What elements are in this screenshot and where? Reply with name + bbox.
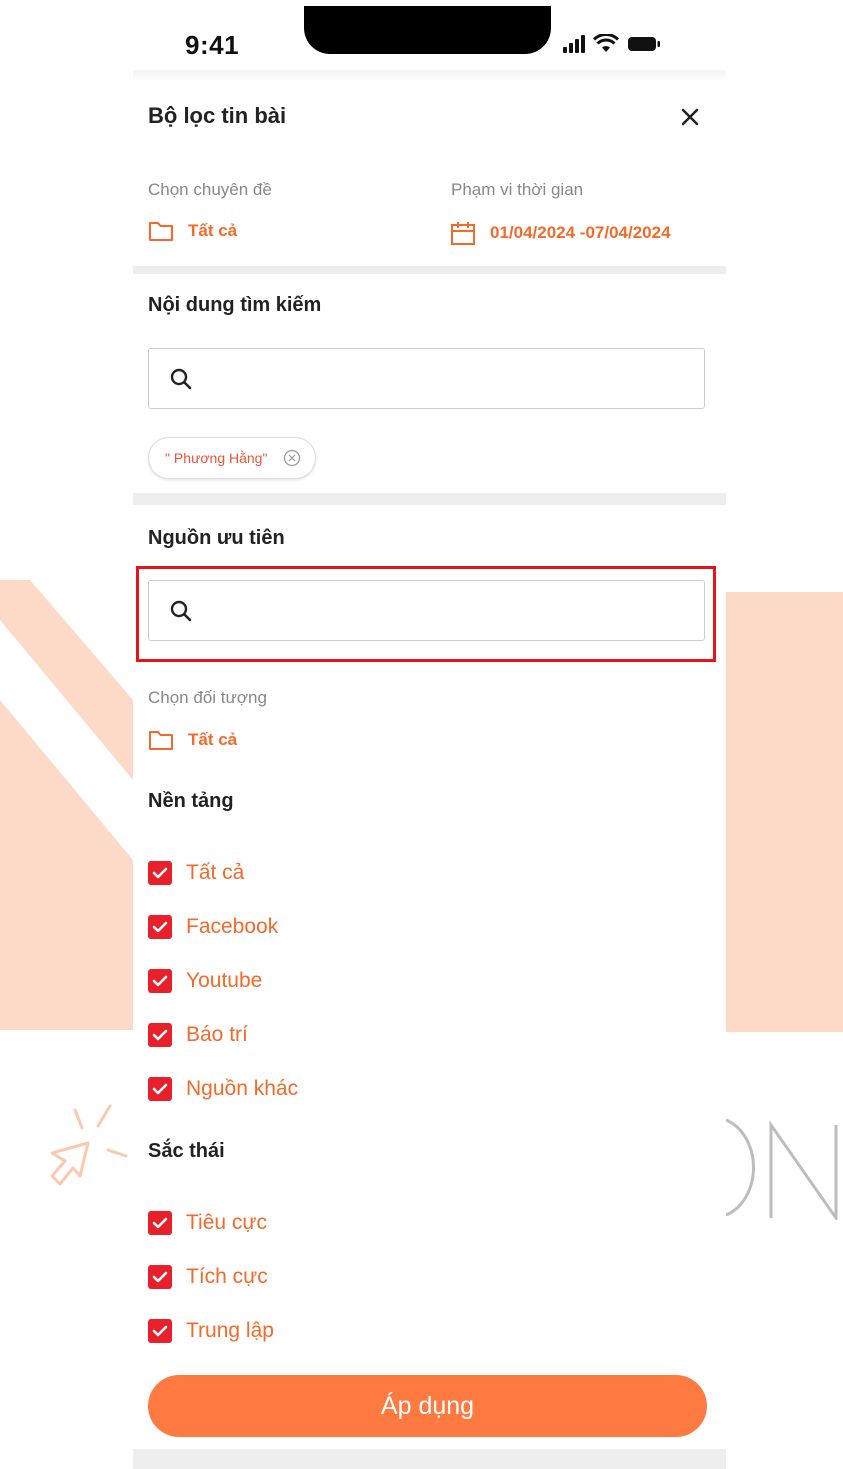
checkbox-checked-icon[interactable] [148,1319,172,1343]
watermark-cursor-icon [50,1104,128,1186]
time-range-selector[interactable]: 01/04/2024 -07/04/2024 [450,220,671,246]
topic-selector[interactable]: Tất cả [148,220,237,242]
wifi-icon [593,34,619,52]
header-divider [133,70,726,82]
section-divider [133,493,726,505]
signal-icon [563,35,585,53]
sentiment-title: Sắc thái [148,1140,225,1162]
sentiment-option-label: Tích cực [186,1265,268,1288]
watermark-letters [726,1118,838,1220]
filter-screen: 9:41 Bộ lọc tin bài Chọn chuyên đề Tất c… [133,0,726,1469]
checkbox-checked-icon[interactable] [148,1077,172,1101]
search-content-input[interactable] [203,348,704,409]
checkbox-checked-icon[interactable] [148,1265,172,1289]
platform-option-label: Youtube [186,969,263,992]
platform-option-other[interactable]: Nguồn khác [148,1077,298,1101]
battery-icon [628,37,660,51]
platform-option-facebook[interactable]: Facebook [148,915,278,939]
platform-option-youtube[interactable]: Youtube [148,969,262,993]
search-content-title: Nội dung tìm kiếm [148,294,322,316]
close-icon[interactable] [677,104,703,130]
platform-option-label: Facebook [186,915,279,938]
platform-option-label: Tất cả [186,861,245,884]
folder-icon [148,729,174,751]
checkbox-checked-icon[interactable] [148,969,172,993]
calendar-icon [450,220,476,246]
keyword-tag-label: " Phương Hằng" [165,450,268,466]
folder-icon [148,220,174,242]
platform-option-label: Báo trí [186,1023,248,1046]
sentiment-option-label: Trung lập [186,1319,274,1342]
search-content-box [148,348,705,409]
platform-option-news[interactable]: Báo trí [148,1023,248,1047]
page-title: Bộ lọc tin bài [148,103,287,128]
checkbox-checked-icon[interactable] [148,861,172,885]
checkbox-checked-icon[interactable] [148,1211,172,1235]
search-icon [169,367,193,391]
time-range-label: Phạm vi thời gian [451,180,584,199]
sentiment-option-label: Tiêu cực [186,1211,267,1234]
apply-button[interactable]: Áp dụng [148,1375,707,1437]
checkbox-checked-icon[interactable] [148,915,172,939]
sentiment-option-neutral[interactable]: Trung lập [148,1319,274,1343]
priority-source-title: Nguồn ưu tiên [148,527,285,549]
platform-option-label: Nguồn khác [186,1077,299,1100]
bottom-bar [133,1449,726,1469]
status-bar: 9:41 [133,0,726,80]
sentiment-option-positive[interactable]: Tích cực [148,1265,268,1289]
topic-label: Chọn chuyên đề [148,180,272,199]
checkbox-checked-icon[interactable] [148,1023,172,1047]
highlight-box [136,566,716,662]
platform-title: Nền tảng [148,790,234,812]
platform-option-all[interactable]: Tất cả [148,861,244,885]
watermark-right-shape [726,592,843,1032]
status-time: 9:41 [185,30,240,60]
device-notch [304,6,551,54]
target-value: Tất cả [188,730,238,749]
topic-value: Tất cả [188,221,238,240]
status-icons [563,34,661,54]
time-range-value: 01/04/2024 -07/04/2024 [490,223,671,242]
target-label: Chọn đối tượng [148,688,267,707]
remove-tag-icon[interactable] [283,449,301,467]
target-selector[interactable]: Tất cả [148,729,237,751]
keyword-tag[interactable]: " Phương Hằng" [148,437,317,479]
watermark-left-shape [0,580,133,1030]
section-divider [133,266,726,274]
sentiment-option-negative[interactable]: Tiêu cực [148,1211,267,1235]
